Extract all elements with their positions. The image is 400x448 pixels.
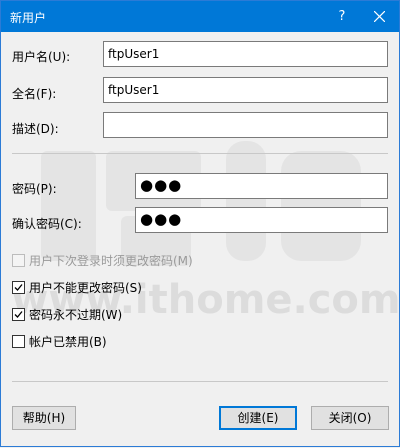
password-field[interactable]: ●●● bbox=[135, 173, 388, 199]
description-field[interactable] bbox=[103, 112, 388, 138]
checkmark-icon bbox=[14, 284, 23, 291]
separator bbox=[12, 381, 388, 382]
separator bbox=[12, 153, 388, 154]
description-label: 描述(D): bbox=[12, 122, 59, 136]
window-title: 新用户 bbox=[10, 11, 47, 25]
confirm-password-field[interactable]: ●●● bbox=[135, 207, 388, 233]
must-change-password-label: 用户下次登录时须更改密码(M) bbox=[29, 254, 193, 268]
create-button[interactable]: 创建(E) bbox=[219, 406, 297, 430]
username-label: 用户名(U): bbox=[12, 50, 71, 64]
new-user-dialog: www.ithome.com 新用户 ? 用户名(U): ftpUser1 全名… bbox=[0, 0, 400, 447]
account-disabled-label: 帐户已禁用(B) bbox=[29, 335, 107, 349]
password-never-expires-label: 密码永不过期(W) bbox=[29, 308, 123, 322]
fullname-label: 全名(F): bbox=[12, 87, 57, 101]
account-disabled-checkbox[interactable] bbox=[12, 335, 25, 348]
help-icon[interactable]: ? bbox=[327, 1, 357, 32]
cannot-change-password-checkbox[interactable] bbox=[12, 281, 25, 294]
close-button[interactable] bbox=[363, 1, 397, 32]
close-dialog-button[interactable]: 关闭(O) bbox=[311, 406, 389, 430]
cannot-change-password-label: 用户不能更改密码(S) bbox=[29, 281, 142, 295]
password-never-expires-checkbox[interactable] bbox=[12, 308, 25, 321]
password-label: 密码(P): bbox=[12, 182, 57, 196]
title-bar: 新用户 ? bbox=[1, 1, 399, 32]
close-icon bbox=[374, 11, 385, 22]
username-field[interactable]: ftpUser1 bbox=[103, 41, 388, 67]
help-button[interactable]: 帮助(H) bbox=[12, 406, 76, 430]
must-change-password-checkbox bbox=[12, 254, 25, 267]
fullname-field[interactable]: ftpUser1 bbox=[103, 77, 388, 103]
confirm-password-label: 确认密码(C): bbox=[12, 217, 82, 231]
checkmark-icon bbox=[14, 311, 23, 318]
